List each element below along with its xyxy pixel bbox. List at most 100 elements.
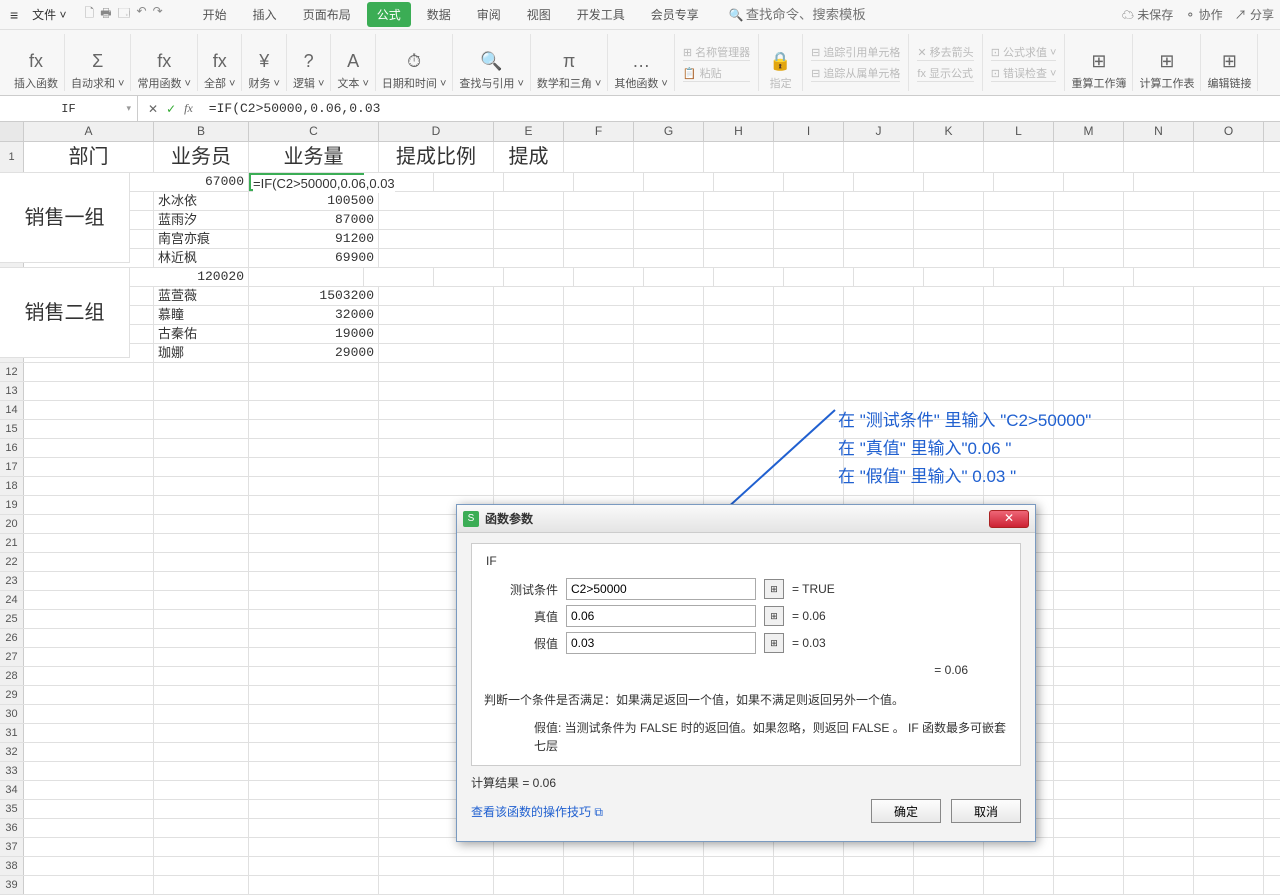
cell[interactable] (249, 629, 379, 647)
cell[interactable] (634, 211, 704, 229)
cell[interactable] (494, 477, 564, 495)
row-header[interactable]: 37 (0, 838, 24, 856)
row-header[interactable]: 39 (0, 876, 24, 894)
cell[interactable] (774, 211, 844, 229)
cell[interactable] (634, 192, 704, 210)
ribbon-重算工作簿[interactable]: ⊞重算工作簿 (1065, 34, 1133, 91)
cell[interactable] (494, 249, 564, 267)
cell[interactable] (1054, 249, 1124, 267)
cell[interactable] (914, 382, 984, 400)
cell[interactable] (1054, 686, 1124, 704)
cell[interactable] (984, 287, 1054, 305)
cell[interactable] (1124, 496, 1194, 514)
cell[interactable] (1194, 762, 1264, 780)
cell[interactable] (249, 724, 379, 742)
cell[interactable] (24, 667, 154, 685)
cell[interactable] (564, 477, 634, 495)
cell[interactable] (564, 382, 634, 400)
cell[interactable] (1124, 382, 1194, 400)
share-button[interactable]: ↗ 分享 (1235, 6, 1274, 23)
cell[interactable] (1054, 572, 1124, 590)
cell[interactable] (154, 762, 249, 780)
cell[interactable] (634, 876, 704, 894)
cell[interactable]: 部门 (24, 142, 154, 172)
cell[interactable] (1194, 686, 1264, 704)
cell[interactable] (774, 230, 844, 248)
cell[interactable] (634, 230, 704, 248)
cell[interactable] (494, 876, 564, 894)
ribbon-财务[interactable]: ¥财务 ˅ (242, 34, 286, 91)
cell[interactable] (1054, 762, 1124, 780)
col-header[interactable]: G (634, 122, 704, 141)
cell[interactable] (1054, 648, 1124, 666)
cell[interactable] (154, 838, 249, 856)
cell[interactable] (24, 724, 154, 742)
cell[interactable]: 水冰依 (154, 192, 249, 210)
cell[interactable] (704, 363, 774, 381)
cell[interactable] (774, 325, 844, 343)
col-header[interactable]: O (1194, 122, 1264, 141)
cell[interactable] (494, 401, 564, 419)
cell[interactable] (914, 211, 984, 229)
cell[interactable] (379, 363, 494, 381)
cell[interactable] (704, 287, 774, 305)
cell[interactable] (574, 173, 644, 191)
cell[interactable] (844, 344, 914, 362)
cell[interactable] (564, 401, 634, 419)
cell[interactable] (704, 325, 774, 343)
cell[interactable] (24, 553, 154, 571)
cell[interactable] (1194, 192, 1264, 210)
cell[interactable] (1054, 363, 1124, 381)
cell[interactable] (1194, 534, 1264, 552)
cell[interactable] (1054, 629, 1124, 647)
cell[interactable] (634, 249, 704, 267)
cell[interactable] (914, 142, 984, 172)
cell[interactable] (249, 382, 379, 400)
row-header[interactable]: 26 (0, 629, 24, 647)
cell[interactable] (1054, 192, 1124, 210)
cell[interactable] (249, 591, 379, 609)
name-box[interactable]: IF (0, 96, 138, 121)
cell[interactable] (574, 268, 644, 286)
cell[interactable] (24, 572, 154, 590)
cell[interactable] (24, 705, 154, 723)
cell[interactable] (774, 382, 844, 400)
cell[interactable]: 蓝雨汐 (154, 211, 249, 229)
fx-icon[interactable]: fx (184, 101, 193, 116)
row-header[interactable]: 25 (0, 610, 24, 628)
cell[interactable] (844, 306, 914, 324)
cell[interactable] (24, 686, 154, 704)
cell[interactable] (154, 458, 249, 476)
tab-页面布局[interactable]: 页面布局 (293, 2, 361, 27)
cell[interactable] (494, 344, 564, 362)
cell[interactable] (564, 876, 634, 894)
cell[interactable] (379, 325, 494, 343)
col-header[interactable]: N (1124, 122, 1194, 141)
cell[interactable] (1054, 667, 1124, 685)
cell[interactable] (24, 420, 154, 438)
cell[interactable] (1054, 610, 1124, 628)
help-link[interactable]: 查看该函数的操作技巧 ⧉ (471, 803, 603, 820)
cell[interactable] (1054, 496, 1124, 514)
cell[interactable] (644, 173, 714, 191)
cell[interactable] (984, 876, 1054, 894)
cell[interactable] (249, 534, 379, 552)
cell[interactable] (704, 211, 774, 229)
cell[interactable] (1124, 876, 1194, 894)
col-header[interactable]: F (564, 122, 634, 141)
hamburger-icon[interactable]: ≡ (6, 5, 22, 25)
row-header[interactable]: 29 (0, 686, 24, 704)
cell[interactable] (704, 876, 774, 894)
cell[interactable] (1054, 344, 1124, 362)
col-header[interactable]: M (1054, 122, 1124, 141)
ribbon-逻辑[interactable]: ?逻辑 ˅ (287, 34, 331, 91)
cell[interactable] (564, 306, 634, 324)
cell[interactable] (1064, 173, 1134, 191)
ribbon-数学和三角[interactable]: π数学和三角 ˅ (531, 34, 608, 91)
tab-开发工具[interactable]: 开发工具 (567, 2, 635, 27)
col-header[interactable]: A (24, 122, 154, 141)
param-input-2[interactable] (566, 632, 756, 654)
cell[interactable] (564, 325, 634, 343)
cell[interactable] (844, 211, 914, 229)
cell[interactable] (24, 876, 154, 894)
